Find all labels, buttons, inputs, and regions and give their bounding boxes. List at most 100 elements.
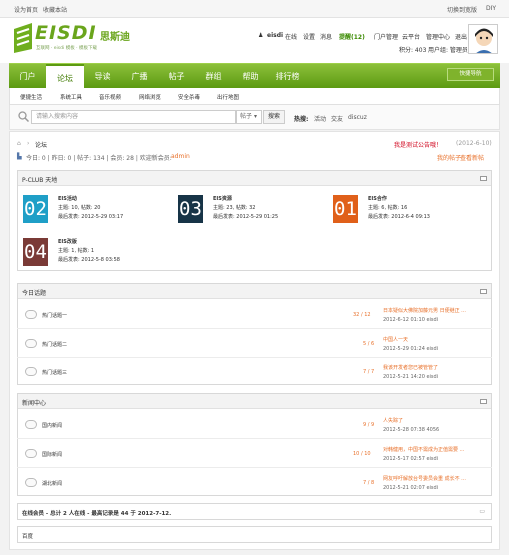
collapse-icon[interactable] <box>480 289 487 294</box>
hot-search-item[interactable]: 交友 <box>331 114 343 123</box>
topic-icon <box>25 449 37 458</box>
topic-icon <box>25 367 37 376</box>
latest-posts-link[interactable]: 查看新帖 <box>460 153 484 162</box>
my-posts-link[interactable]: 我的帖子 <box>437 153 461 162</box>
topic-last-title[interactable]: 中国人一天 <box>383 336 408 343</box>
username-link[interactable]: eisdi <box>267 32 283 39</box>
nav-posts[interactable]: 帖子 <box>158 64 195 89</box>
online-panel-icon[interactable]: ▭ <box>479 508 485 515</box>
forum-name[interactable]: EIS改版 <box>58 238 77 245</box>
logo-cn: 思斯迪 <box>100 32 130 43</box>
admin-center-link[interactable]: 管理中心 <box>426 32 450 41</box>
nav-guide[interactable]: 导读 <box>84 64 121 89</box>
subnav-item[interactable]: 安全杀毒 <box>178 93 200 101</box>
search-input[interactable]: 请输入搜索内容 <box>31 110 236 124</box>
switch-style-link[interactable]: 切换到宽版 <box>447 5 477 14</box>
forum-tile[interactable]: 01 <box>333 195 358 223</box>
forum-last-post: 最后发表: 2012-6-4 09:13 <box>368 214 430 220</box>
forum-stats: 主题: 23, 帖数: 32 <box>213 205 256 211</box>
forum-stats: 今日: 0 | 昨日: 0 | 帖子: 134 | 会员: 28 | 欢迎新会员… <box>26 155 172 162</box>
friend-link[interactable]: 百度 <box>22 532 33 540</box>
cloud-platform-link[interactable]: 云平台 <box>402 32 420 41</box>
forum-stats: 主题: 1, 帖数: 1 <box>58 248 95 254</box>
set-home-link[interactable]: 设为首页 <box>14 5 38 14</box>
nav-broadcast[interactable]: 广播 <box>121 64 158 89</box>
nav-groups[interactable]: 群组 <box>195 64 232 89</box>
subnav-item[interactable]: 音乐视频 <box>99 93 121 101</box>
topic-last-title[interactable]: 网友呼吁解放台号委员会重 成长不 ... <box>383 475 466 482</box>
topic-icon <box>25 339 37 348</box>
breadcrumb-separator: › <box>27 140 30 147</box>
search-type-select[interactable]: 帖子 ▾ <box>236 110 262 124</box>
topic-count: 7 / 7 <box>363 369 375 375</box>
settings-link[interactable]: 设置 <box>303 32 315 41</box>
topic-name[interactable]: 热门话题二 <box>42 341 67 348</box>
points-link[interactable]: 积分: 403 <box>399 45 426 54</box>
forum-stats: 主题: 6, 帖数: 16 <box>368 205 408 211</box>
diy-link[interactable]: DIY <box>486 5 496 12</box>
top-bar: 设为首页 收藏本站 切换到宽版 DIY <box>0 0 509 18</box>
topic-name[interactable]: 国内新闻 <box>42 422 62 429</box>
subnav-item[interactable]: 便捷生活 <box>20 93 42 101</box>
divider <box>17 467 492 468</box>
stats-icon: ▙ <box>17 153 22 160</box>
messages-link[interactable]: 消息 <box>320 32 332 41</box>
forum-tile[interactable]: 04 <box>23 238 48 266</box>
topic-last-title[interactable]: 我该开发者您已被管管了 <box>383 364 438 371</box>
main-nav: 门户 论坛 导读 广播 帖子 群组 帮助 排行榜 <box>9 63 500 89</box>
topic-name[interactable]: 热门话题一 <box>42 312 67 319</box>
topic-icon <box>25 420 37 429</box>
topic-icon <box>25 478 37 487</box>
nav-forum[interactable]: 论坛 <box>46 64 84 89</box>
forum-tile[interactable]: 03 <box>178 195 203 223</box>
hot-search-label: 热搜: <box>294 116 309 123</box>
site-logo[interactable]: EISDI 思斯迪 互联网 · eisdi 模板 · 模板下载 <box>10 19 160 55</box>
logout-link[interactable]: 退出 <box>455 32 467 41</box>
collapse-icon[interactable] <box>480 399 487 404</box>
forum-name[interactable]: EIS资源 <box>213 195 232 202</box>
hot-search-item[interactable]: discuz <box>348 114 367 121</box>
subnav-item[interactable]: 网络浏览 <box>139 93 161 101</box>
forum-tile[interactable]: 02 <box>23 195 48 223</box>
forum-name[interactable]: EIS活动 <box>58 195 77 202</box>
announcement-date: (2012-6-10) <box>456 140 492 147</box>
hot-search-item[interactable]: 活动 <box>314 114 326 123</box>
announcement-link[interactable]: 我是测试公告哦！ <box>394 140 442 149</box>
topic-count: 5 / 6 <box>363 341 375 347</box>
nav-help[interactable]: 帮助 <box>232 64 269 89</box>
news-title: 新闻中心 <box>22 400 47 407</box>
topic-last-title[interactable]: 人失踪了 <box>383 417 403 424</box>
new-member-link[interactable]: admin <box>171 153 190 160</box>
topic-last-title[interactable]: 对韩健用，中国不需成为正值需要 ... <box>383 446 464 453</box>
topic-count: 9 / 9 <box>363 422 375 428</box>
forum-name[interactable]: EIS合作 <box>368 195 387 202</box>
topic-last-meta: 2012-5-21 02:07 eisdi <box>383 485 439 491</box>
topic-count: 10 / 10 <box>353 451 371 457</box>
bookmark-link[interactable]: 收藏本站 <box>43 5 67 14</box>
links-panel: 百度 <box>17 526 492 543</box>
topic-icon <box>25 310 37 319</box>
topic-last-meta: 2012-5-28 07:38 4056 <box>383 427 440 433</box>
nav-portal[interactable]: 门户 <box>9 64 46 89</box>
topic-last-title[interactable]: 日本疑似大佛院加藤元男 日便继正 ... <box>383 307 466 314</box>
topic-name[interactable]: 热门话题三 <box>42 369 67 376</box>
topic-name[interactable]: 湖北新闻 <box>42 480 62 487</box>
topic-last-meta: 2012-5-17 02:57 eisdi <box>383 456 439 462</box>
subnav-item[interactable]: 系统工具 <box>60 93 82 101</box>
reminders-link[interactable]: 提醒(12) <box>339 32 365 41</box>
breadcrumb-forum[interactable]: 论坛 <box>35 140 47 149</box>
search-icon <box>17 110 30 123</box>
subnav-item[interactable]: 出行地图 <box>217 93 239 101</box>
avatar[interactable] <box>468 24 498 54</box>
nav-ranking[interactable]: 排行榜 <box>269 64 306 89</box>
home-icon[interactable]: ⌂ <box>17 140 21 147</box>
portal-admin-link[interactable]: 门户管理 <box>374 32 398 41</box>
logo-subtitle: 互联网 · eisdi 模板 · 模板下载 <box>36 46 97 51</box>
pclub-header: P-CLUB 天地 <box>18 171 491 186</box>
online-stats: 在线会员 - 总计 2 人在线 - 最高记录是 44 于 2012-7-12. <box>22 511 172 517</box>
search-button[interactable]: 搜索 <box>263 110 285 124</box>
topic-name[interactable]: 国际新闻 <box>42 451 62 458</box>
quick-nav-button[interactable]: 快捷导航 <box>447 68 494 81</box>
pclub-title: P-CLUB 天地 <box>22 177 58 184</box>
collapse-icon[interactable] <box>480 176 487 181</box>
